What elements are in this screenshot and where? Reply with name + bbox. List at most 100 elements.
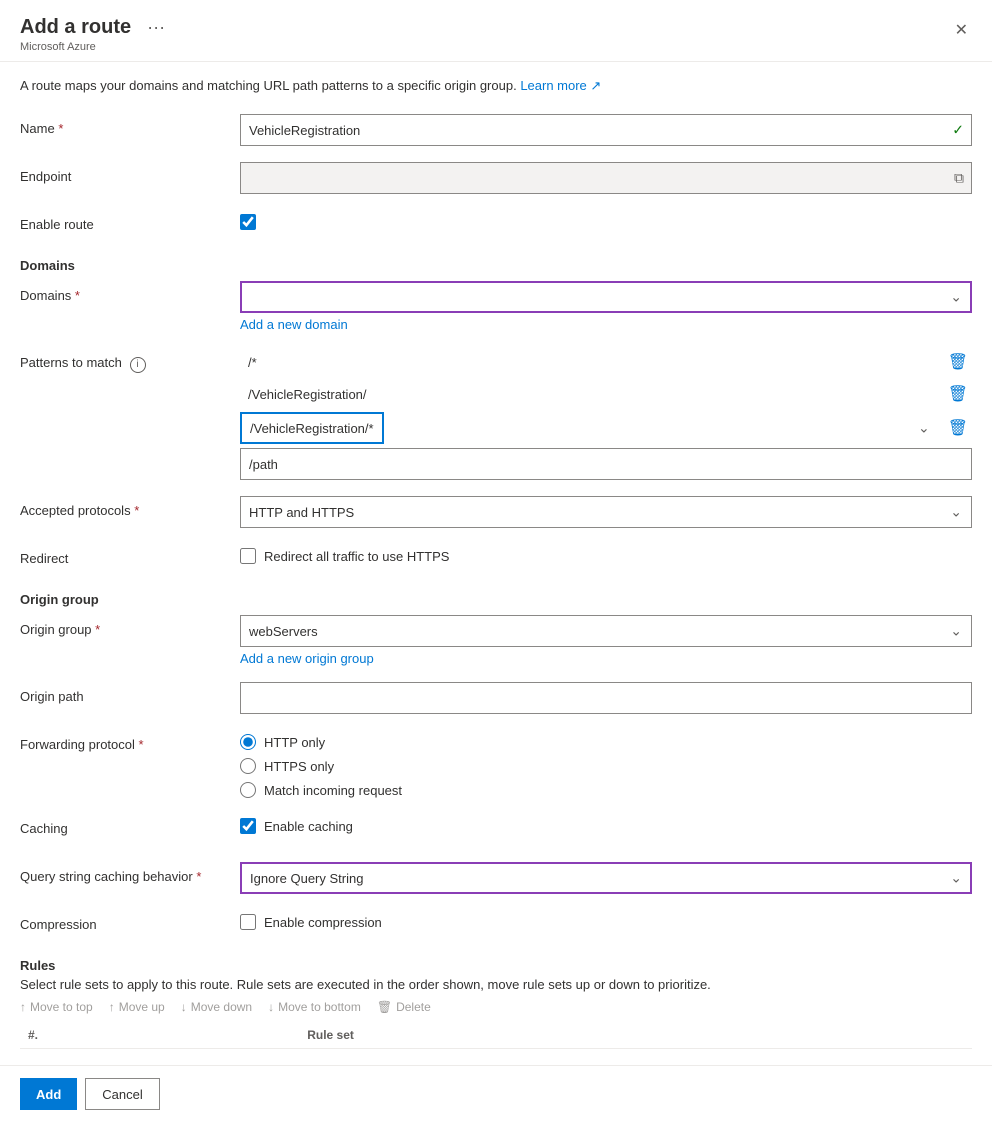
rules-table-header: #. Rule set <box>20 1022 972 1049</box>
forwarding-protocol-required: * <box>139 737 144 752</box>
description-text: A route maps your domains and matching U… <box>20 78 517 93</box>
add-domain-link[interactable]: Add a new domain <box>240 317 348 332</box>
forwarding-match-incoming-wrapper: Match incoming request <box>240 782 972 798</box>
origin-group-label-text: Origin group <box>20 622 92 637</box>
compression-checkbox[interactable] <box>240 914 256 930</box>
patterns-label: Patterns to match i <box>20 348 240 373</box>
panel-header: Add a route ··· Microsoft Azure ✕ <box>0 0 992 62</box>
origin-path-control <box>240 682 972 714</box>
move-to-bottom-icon: ↓ <box>268 1000 274 1014</box>
more-options-button[interactable]: ··· <box>139 17 173 38</box>
pattern-row-2: /VehicleRegistration/ 🗑 <box>240 380 972 408</box>
endpoint-label: Endpoint <box>20 162 240 186</box>
name-label: Name * <box>20 114 240 138</box>
rules-table-header-row: #. Rule set <box>20 1022 972 1049</box>
origin-group-control: webServers Add a new origin group <box>240 615 972 666</box>
pattern-row-1: /* 🗑 <box>240 348 972 376</box>
move-to-top-label: Move to top <box>30 1000 93 1014</box>
forwarding-match-incoming-label: Match incoming request <box>264 783 402 798</box>
add-button[interactable]: Add <box>20 1078 77 1110</box>
query-string-caching-select-wrapper: Ignore Query String Use Query String Ign… <box>240 862 972 894</box>
learn-more-text: Learn more <box>520 78 586 93</box>
copy-endpoint-button[interactable]: ⧉ <box>954 170 964 187</box>
name-row: Name * ✓ <box>20 114 972 146</box>
patterns-info-icon[interactable]: i <box>130 357 146 373</box>
origin-group-section-header: Origin group <box>20 592 972 607</box>
panel-subtitle: Microsoft Azure <box>20 41 173 53</box>
forwarding-http-only-label: HTTP only <box>264 735 325 750</box>
accepted-protocols-select-wrapper: HTTP only HTTPS only HTTP and HTTPS <box>240 496 972 528</box>
domains-select[interactable] <box>240 281 972 313</box>
origin-group-row: Origin group * webServers Add a new orig… <box>20 615 972 666</box>
endpoint-input <box>240 162 972 194</box>
move-to-bottom-label: Move to bottom <box>278 1000 361 1014</box>
forwarding-protocol-radio-group: HTTP only HTTPS only Match incoming requ… <box>240 730 972 798</box>
caching-label: Caching <box>20 814 240 838</box>
move-down-label: Move down <box>191 1000 252 1014</box>
delete-pattern-2-button[interactable]: 🗑 <box>944 380 972 408</box>
move-to-bottom-button[interactable]: ↓ Move to bottom <box>268 1000 361 1014</box>
redirect-label-text: Redirect <box>20 551 68 566</box>
redirect-row: Redirect Redirect all traffic to use HTT… <box>20 544 972 576</box>
move-up-button[interactable]: ↑ Move up <box>109 1000 165 1014</box>
move-down-button[interactable]: ↓ Move down <box>181 1000 252 1014</box>
delete-rule-icon: 🗑 <box>377 1000 392 1014</box>
redirect-checkbox-wrapper: Redirect all traffic to use HTTPS <box>240 544 972 564</box>
learn-more-link[interactable]: Learn more ↗ <box>520 78 601 93</box>
pattern-select-3[interactable]: /VehicleRegistration/* <box>240 412 384 444</box>
delete-rule-button[interactable]: 🗑 Delete <box>377 1000 431 1014</box>
accepted-protocols-control: HTTP only HTTPS only HTTP and HTTPS <box>240 496 972 528</box>
external-link-icon: ↗ <box>590 78 601 93</box>
title-text: Add a route <box>20 16 131 39</box>
enable-route-row: Enable route <box>20 210 972 242</box>
rules-table: #. Rule set <box>20 1022 972 1049</box>
query-string-caching-select[interactable]: Ignore Query String Use Query String Ign… <box>240 862 972 894</box>
accepted-protocols-select[interactable]: HTTP only HTTPS only HTTP and HTTPS <box>240 496 972 528</box>
enable-route-checkbox[interactable] <box>240 214 256 230</box>
close-button[interactable]: ✕ <box>951 16 972 44</box>
enable-route-label-text: Enable route <box>20 217 94 232</box>
endpoint-control: ⧉ <box>240 162 972 194</box>
compression-checkbox-label: Enable compression <box>264 915 382 930</box>
endpoint-label-text: Endpoint <box>20 169 71 184</box>
header-left: Add a route ··· Microsoft Azure <box>20 16 173 53</box>
pattern-row-4 <box>240 448 972 480</box>
panel-body: A route maps your domains and matching U… <box>0 62 992 1065</box>
origin-group-section-title: Origin group <box>20 592 972 607</box>
forwarding-https-only-label: HTTPS only <box>264 759 334 774</box>
redirect-checkbox-label: Redirect all traffic to use HTTPS <box>264 549 449 564</box>
rules-toolbar: ↑ Move to top ↑ Move up ↓ Move down ↓ Mo… <box>20 1000 972 1014</box>
forwarding-http-only-wrapper: HTTP only <box>240 734 972 750</box>
move-to-top-button[interactable]: ↑ Move to top <box>20 1000 93 1014</box>
patterns-container: /* 🗑 /VehicleRegistration/ 🗑 /VehicleReg… <box>240 348 972 480</box>
name-input[interactable] <box>240 114 972 146</box>
caching-checkbox-label: Enable caching <box>264 819 353 834</box>
pattern-select-wrapper-3: /VehicleRegistration/* <box>240 412 940 444</box>
move-up-label: Move up <box>119 1000 165 1014</box>
pattern-input-4[interactable] <box>240 448 972 480</box>
patterns-label-text: Patterns to match <box>20 355 122 370</box>
forwarding-protocol-label: Forwarding protocol * <box>20 730 240 754</box>
delete-pattern-3-button[interactable]: 🗑 <box>944 414 972 442</box>
domains-row: Domains * Add a new domain <box>20 281 972 332</box>
compression-label: Compression <box>20 910 240 934</box>
forwarding-https-only-radio[interactable] <box>240 758 256 774</box>
delete-rule-label: Delete <box>396 1000 431 1014</box>
forwarding-match-incoming-radio[interactable] <box>240 782 256 798</box>
compression-checkbox-wrapper: Enable compression <box>240 910 972 930</box>
origin-group-select[interactable]: webServers <box>240 615 972 647</box>
add-origin-group-link[interactable]: Add a new origin group <box>240 651 374 666</box>
delete-pattern-1-button[interactable]: 🗑 <box>944 348 972 376</box>
origin-path-input[interactable] <box>240 682 972 714</box>
redirect-checkbox[interactable] <box>240 548 256 564</box>
accepted-protocols-label: Accepted protocols * <box>20 496 240 520</box>
cancel-button[interactable]: Cancel <box>85 1078 159 1110</box>
rules-col-number: #. <box>20 1022 299 1049</box>
patterns-control: /* 🗑 /VehicleRegistration/ 🗑 /VehicleReg… <box>240 348 972 480</box>
caching-checkbox[interactable] <box>240 818 256 834</box>
name-check-icon: ✓ <box>952 122 964 139</box>
pattern-text-2: /VehicleRegistration/ <box>240 381 940 408</box>
caching-checkbox-wrapper: Enable caching <box>240 814 972 834</box>
domains-label-text: Domains <box>20 288 71 303</box>
forwarding-http-only-radio[interactable] <box>240 734 256 750</box>
